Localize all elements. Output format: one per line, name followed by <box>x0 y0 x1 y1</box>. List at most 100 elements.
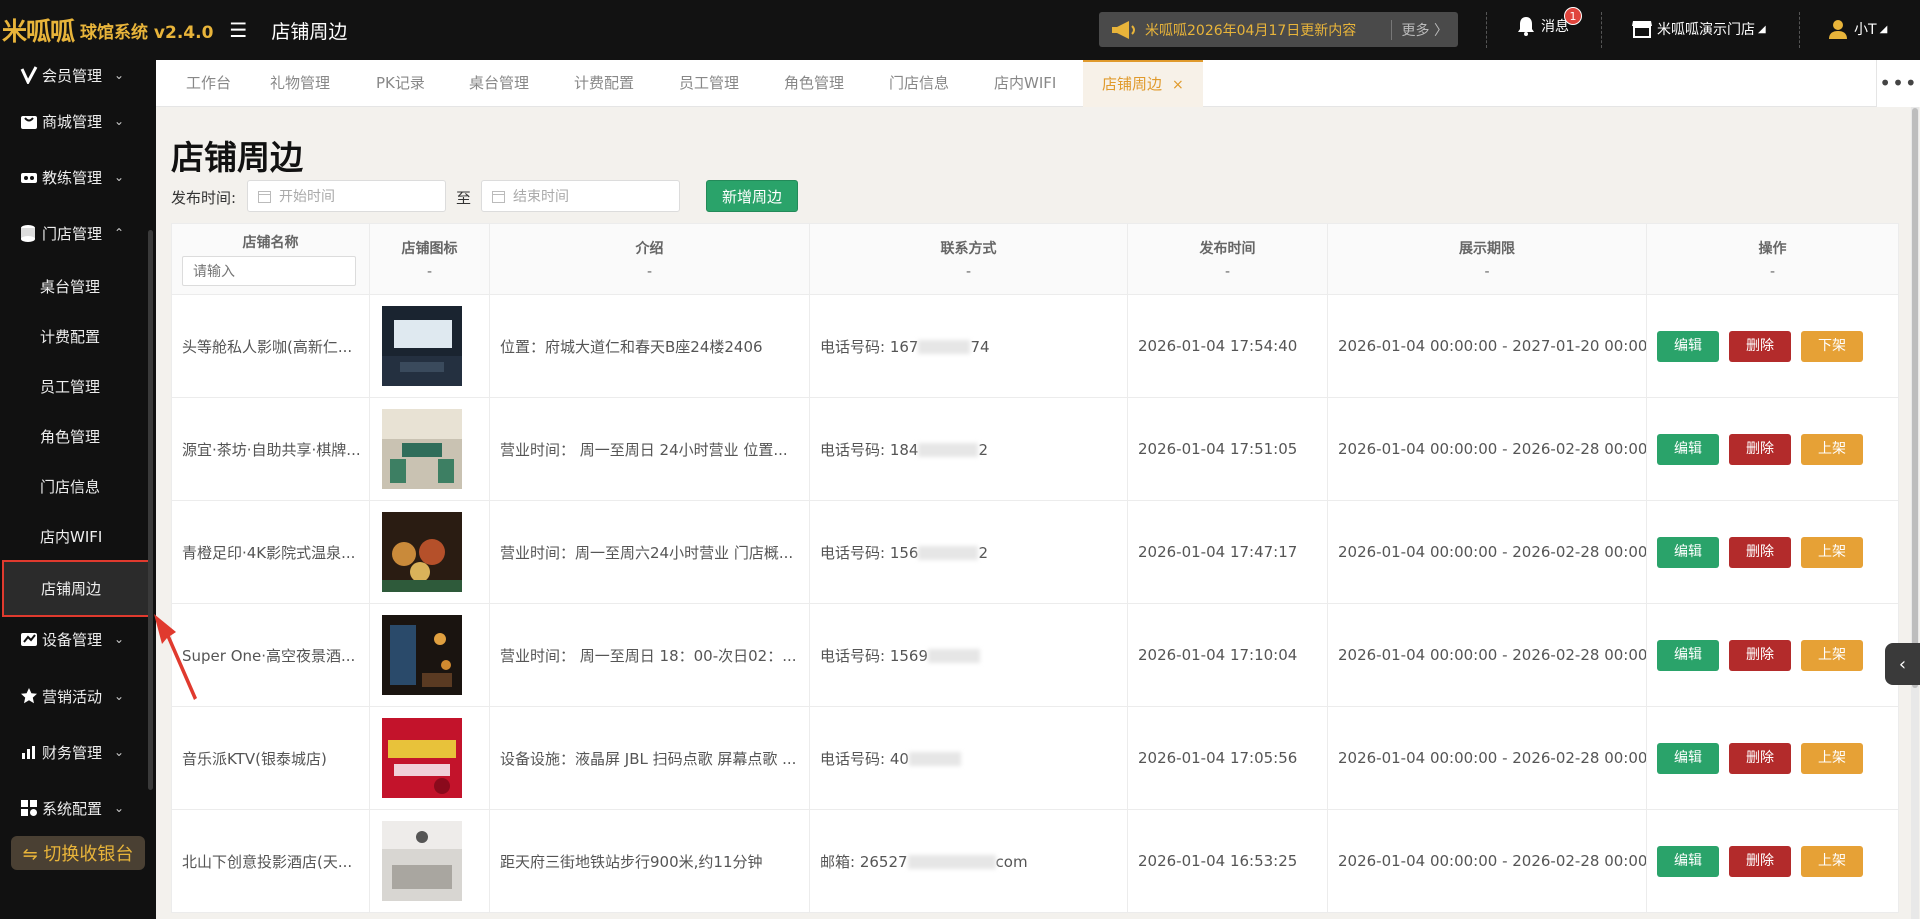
published-cell: 2026-01-04 17:05:56 <box>1127 706 1328 810</box>
column-sub: - <box>646 264 653 280</box>
column-title: 店铺名称 <box>242 235 299 251</box>
more-icon[interactable]: ••• <box>1876 60 1920 107</box>
column-header-name: 店铺名称 <box>171 223 370 295</box>
edit-button[interactable]: 编辑 <box>1657 639 1719 671</box>
shop-thumbnail[interactable] <box>382 306 462 386</box>
sidebar-item-wifi[interactable]: 店内WIFI <box>0 511 150 561</box>
logo-mark: 米呱呱 <box>2 17 75 46</box>
notice-more-link[interactable]: 更多 〉 <box>1402 20 1448 40</box>
shop-thumbnail[interactable] <box>382 821 462 901</box>
shop-thumbnail[interactable] <box>382 512 462 592</box>
redacted-mask <box>918 443 979 457</box>
collapse-panel-button[interactable]: ‹ <box>1885 643 1920 685</box>
main-scrollbar-thumb[interactable] <box>1912 108 1918 688</box>
delete-button[interactable]: 删除 <box>1729 639 1791 671</box>
sidebar-item-roles[interactable]: 角色管理 <box>0 411 150 461</box>
table-row: 源宜·茶坊·自助共享·棋牌... 营业时间： 周一至周日 24小时营业 位置..… <box>171 397 1899 501</box>
notice-divider <box>1390 19 1392 40</box>
sidebar-group-system[interactable]: 系统配置 ⌄ <box>0 783 150 833</box>
tab-gifts[interactable]: 礼物管理 <box>270 60 330 107</box>
published-cell: 2026-01-04 17:47:17 <box>1127 500 1328 604</box>
shop-thumbnail[interactable] <box>382 409 462 489</box>
shop-icon-cell <box>369 294 490 398</box>
sidebar-item-table[interactable]: 桌台管理 <box>0 261 150 311</box>
tab-billing[interactable]: 计费配置 <box>574 60 634 107</box>
delete-button[interactable]: 删除 <box>1729 330 1791 362</box>
nearby-table: 店铺名称 店铺图标 - 介绍 - 联系方式 - 发布时间 - 展示期限 - 操作 - 头等舱… <box>171 223 1899 913</box>
add-nearby-button[interactable]: 新增周边 <box>706 180 798 212</box>
messages-badge: 1 <box>1564 7 1582 25</box>
published-cell: 2026-01-04 17:10:04 <box>1127 603 1328 707</box>
chevron-down-icon: ⌄ <box>113 632 124 646</box>
close-icon[interactable]: × <box>1172 77 1184 93</box>
sidebar-group-mall[interactable]: 商城管理 ⌄ <box>0 96 150 146</box>
edit-button[interactable]: 编辑 <box>1657 536 1719 568</box>
edit-button[interactable]: 编辑 <box>1657 433 1719 465</box>
start-date-input[interactable]: 开始时间 <box>247 180 446 212</box>
sidebar-group-marketing[interactable]: 营销活动 ⌄ <box>0 671 150 721</box>
published-cell: 2026-01-04 17:54:40 <box>1127 294 1328 398</box>
tab-pk-records[interactable]: PK记录 <box>376 60 425 107</box>
delete-button[interactable]: 删除 <box>1729 845 1791 877</box>
update-notice[interactable]: 米呱呱2026年04月17日更新内容 更多 〉 <box>1099 12 1458 47</box>
column-title: 联系方式 <box>940 241 997 257</box>
sidebar-item-nearby[interactable]: 店铺周边 <box>2 560 152 617</box>
shop-icon <box>1632 21 1652 38</box>
page-heading: 店铺周边 <box>171 138 303 177</box>
sidebar-group-coach[interactable]: 教练管理 ⌄ <box>0 152 150 202</box>
sidebar-group-store[interactable]: 门店管理 ⌃ <box>0 208 150 258</box>
contact-visible: 2 <box>978 440 988 459</box>
shop-thumbnail[interactable] <box>382 615 462 695</box>
bag-icon <box>21 116 37 129</box>
edit-button[interactable]: 编辑 <box>1657 330 1719 362</box>
sidebar-item-store-info[interactable]: 门店信息 <box>0 461 150 511</box>
sidebar-group-member[interactable]: 会员管理 ⌄ <box>0 60 150 100</box>
delete-button[interactable]: 删除 <box>1729 742 1791 774</box>
sidebar-group-finance[interactable]: 财务管理 ⌄ <box>0 727 150 777</box>
delete-button[interactable]: 删除 <box>1729 536 1791 568</box>
system-icon <box>21 800 37 816</box>
tab-tables[interactable]: 桌台管理 <box>469 60 529 107</box>
sidebar-item-billing[interactable]: 计费配置 <box>0 311 150 361</box>
annotation-arrow <box>154 614 197 700</box>
user-menu[interactable]: 小T ◢ <box>1828 19 1887 39</box>
column-sub: - <box>965 264 972 280</box>
sidebar-group-device[interactable]: 设备管理 ⌄ <box>0 614 150 664</box>
shelf-button[interactable]: 上架 <box>1801 845 1863 877</box>
shop-thumbnail[interactable] <box>382 718 462 798</box>
shelf-button[interactable]: 上架 <box>1801 433 1863 465</box>
name-filter-input[interactable] <box>182 256 356 286</box>
tab-nearby[interactable]: 店铺周边 × <box>1083 60 1203 107</box>
shelf-button[interactable]: 上架 <box>1801 742 1863 774</box>
switch-cashier-button[interactable]: ⇋ 切换收银台 <box>11 836 145 870</box>
delete-button[interactable]: 删除 <box>1729 433 1791 465</box>
calendar-icon <box>492 190 505 203</box>
chevron-down-icon: ⌄ <box>113 801 124 815</box>
menu-toggle-icon[interactable]: ☰ <box>229 18 247 42</box>
shop-icon-cell <box>369 397 490 501</box>
tab-store-info[interactable]: 门店信息 <box>889 60 949 107</box>
shop-name-cell: 源宜·茶坊·自助共享·棋牌... <box>171 397 370 501</box>
store-switcher[interactable]: 米呱呱演示门店 ◢ <box>1632 19 1766 39</box>
sidebar-item-staff[interactable]: 员工管理 <box>0 361 150 411</box>
sidebar-scrollbar[interactable] <box>148 230 153 790</box>
actions-cell: 编辑 删除 上架 <box>1646 397 1899 501</box>
notice-text: 米呱呱2026年04月17日更新内容 <box>1145 22 1357 39</box>
tab-staff[interactable]: 员工管理 <box>679 60 739 107</box>
sidebar-group-label: 会员管理 <box>42 66 103 85</box>
start-date-placeholder: 开始时间 <box>279 188 335 204</box>
tab-workbench[interactable]: 工作台 <box>186 60 231 107</box>
device-icon <box>21 633 37 646</box>
tab-wifi[interactable]: 店内WIFI <box>994 60 1056 107</box>
edit-button[interactable]: 编辑 <box>1657 845 1719 877</box>
shelf-button[interactable]: 下架 <box>1801 330 1863 362</box>
caret-down-icon: ◢ <box>1758 23 1766 35</box>
messages-button[interactable]: 消息 1 <box>1517 7 1582 36</box>
contact-visible: 电话号码: 40 <box>820 749 909 768</box>
edit-button[interactable]: 编辑 <box>1657 742 1719 774</box>
tab-roles[interactable]: 角色管理 <box>784 60 844 107</box>
shelf-button[interactable]: 上架 <box>1801 639 1863 671</box>
end-date-input[interactable]: 结束时间 <box>481 180 680 212</box>
bell-icon <box>1518 17 1534 36</box>
shelf-button[interactable]: 上架 <box>1801 536 1863 568</box>
